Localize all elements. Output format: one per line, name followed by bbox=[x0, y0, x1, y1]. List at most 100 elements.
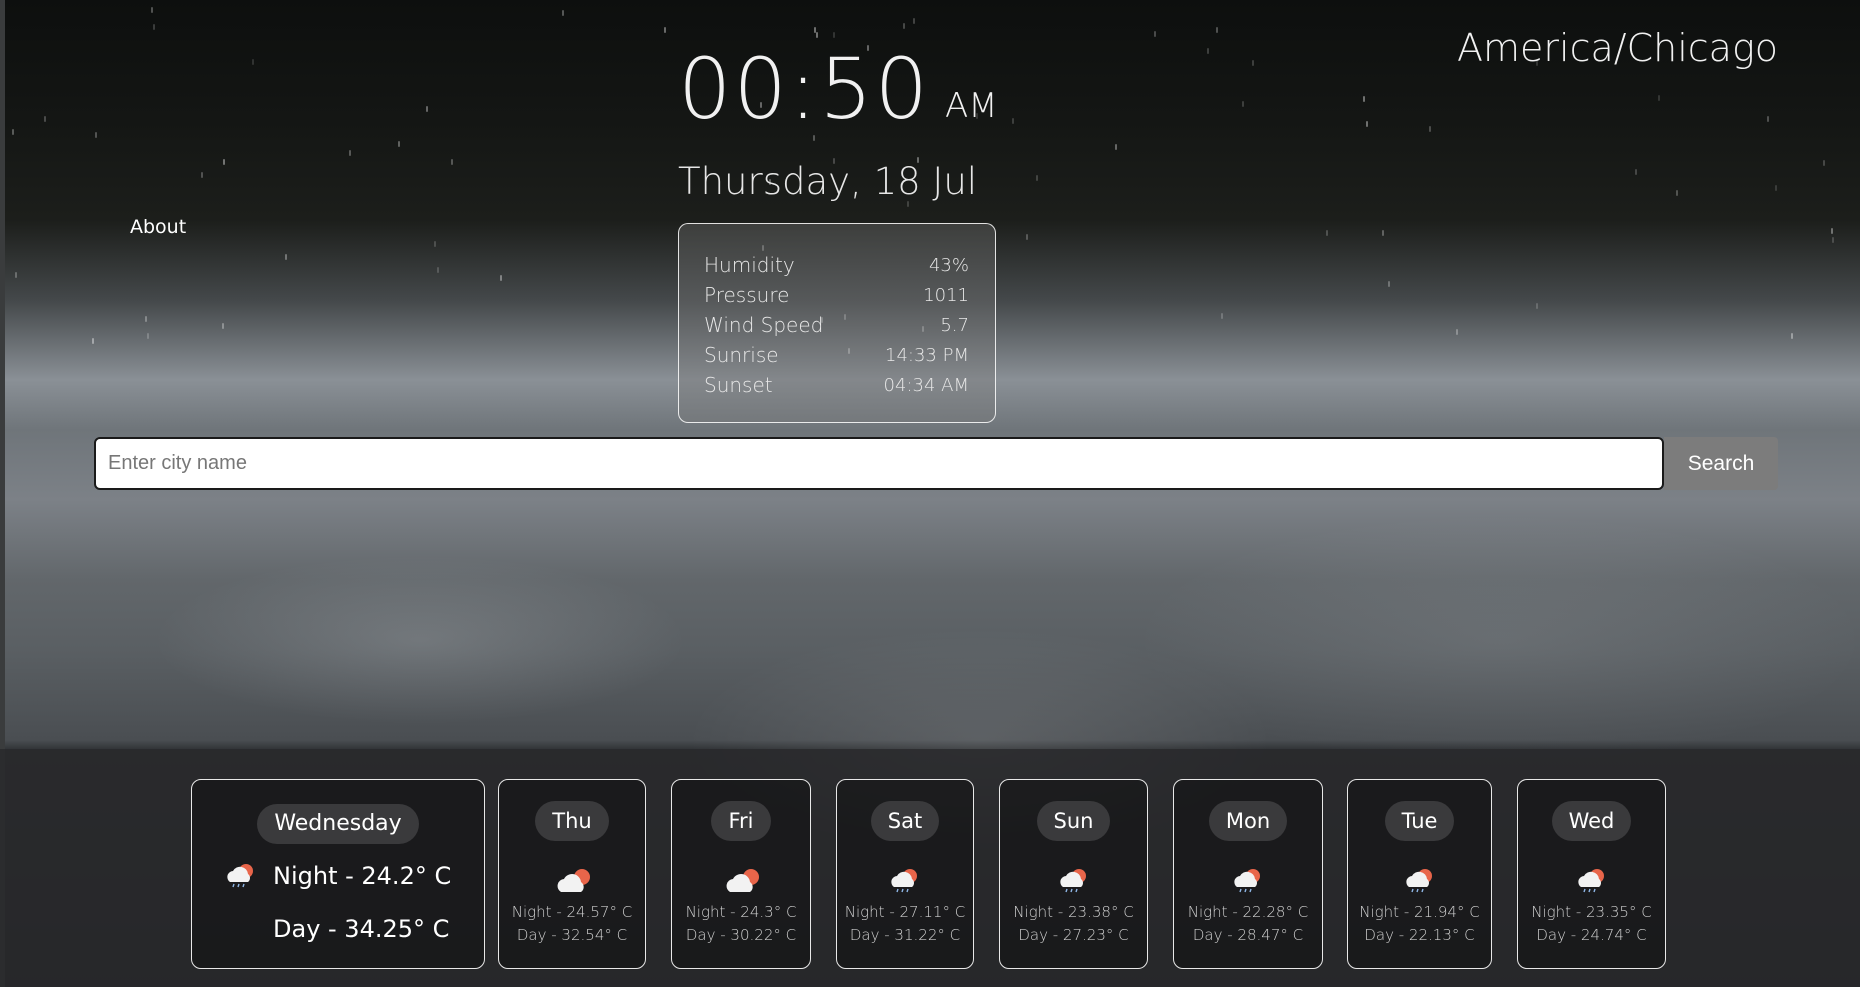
raindrop-speck bbox=[1154, 31, 1156, 37]
raindrop-speck bbox=[223, 159, 225, 165]
raindrop-speck bbox=[833, 32, 835, 38]
forecast-temps: Night - 24.3° C Day - 30.22° C bbox=[672, 901, 810, 947]
raindrop-speck bbox=[1429, 126, 1431, 132]
raindrop-speck bbox=[913, 18, 915, 24]
weather-details-panel: Humidity 43% Pressure 1011 Wind Speed 5.… bbox=[678, 223, 996, 423]
raindrop-speck bbox=[1775, 185, 1777, 191]
raindrop-speck bbox=[500, 275, 502, 281]
raindrop-speck bbox=[1635, 169, 1637, 175]
raindrop-speck bbox=[222, 323, 224, 329]
detail-value: 14:33 PM bbox=[885, 344, 969, 366]
raindrop-speck bbox=[1823, 160, 1825, 166]
forecast-card: Mon Night - 22.28° C Day - 28.47° C bbox=[1173, 779, 1323, 969]
forecast-day-label: Fri bbox=[711, 801, 771, 841]
forecast-temps: Night - 21.94° C Day - 22.13° C bbox=[1348, 901, 1491, 947]
forecast-night-temp: Night - 22.28° C bbox=[1187, 903, 1309, 921]
cloud-sun-icon bbox=[724, 867, 759, 893]
forecast-card: Wed Night - 23.35° C Day - 24.74° C bbox=[1517, 779, 1666, 969]
forecast-temps: Night - 24.57° C Day - 32.54° C bbox=[499, 901, 645, 947]
raindrop-speck bbox=[12, 129, 14, 135]
raindrop-speck bbox=[1791, 333, 1793, 339]
cloud-sun-rain-icon bbox=[1057, 867, 1091, 893]
raindrop-speck bbox=[1326, 230, 1328, 236]
forecast-day-label: Wed bbox=[1551, 801, 1632, 841]
raindrop-speck bbox=[252, 59, 254, 65]
forecast-card: Sun Night - 23.38° C Day - 27.23° C bbox=[999, 779, 1148, 969]
forecast-card: Fri Night - 24.3° C Day - 30.22° C bbox=[671, 779, 811, 969]
detail-label: Sunrise bbox=[704, 343, 779, 367]
forecast-night-temp: Night - 23.38° C bbox=[1013, 903, 1134, 921]
forecast-card: Thu Night - 24.57° C Day - 32.54° C bbox=[498, 779, 646, 969]
detail-label: Humidity bbox=[704, 253, 795, 277]
detail-value: 1011 bbox=[923, 284, 969, 306]
raindrop-speck bbox=[151, 7, 153, 13]
raindrop-speck bbox=[349, 150, 351, 156]
detail-wind-speed: Wind Speed 5.7 bbox=[704, 310, 969, 340]
detail-sunset: Sunset 04:34 AM bbox=[704, 370, 969, 400]
detail-label: Pressure bbox=[704, 283, 790, 307]
raindrop-speck bbox=[664, 27, 666, 33]
raindrop-speck bbox=[1216, 27, 1218, 33]
raindrop-speck bbox=[1207, 48, 1209, 54]
raindrop-speck bbox=[1012, 118, 1014, 124]
forecast-night-temp: Night - 23.35° C bbox=[1531, 903, 1652, 921]
raindrop-speck bbox=[1221, 313, 1223, 319]
timezone-label: America/Chicago bbox=[1457, 26, 1778, 70]
raindrop-speck bbox=[1658, 95, 1660, 101]
raindrop-speck bbox=[15, 272, 17, 278]
raindrop-speck bbox=[44, 116, 46, 122]
forecast-day-temp: Day - 24.74° C bbox=[1536, 926, 1647, 944]
raindrop-speck bbox=[147, 333, 149, 339]
raindrop-speck bbox=[95, 132, 97, 138]
detail-value: 04:34 AM bbox=[883, 374, 969, 396]
raindrop-speck bbox=[1382, 230, 1384, 236]
forecast-temps: Night - 22.28° C Day - 28.47° C bbox=[1174, 901, 1322, 947]
cloud-sun-rain-icon bbox=[224, 862, 258, 888]
raindrop-speck bbox=[1456, 329, 1458, 335]
forecast-day-temp: Day - 31.22° C bbox=[849, 926, 961, 944]
raindrop-speck bbox=[145, 316, 147, 322]
cloud-sun-rain-icon bbox=[1403, 867, 1437, 893]
raindrop-speck bbox=[814, 27, 816, 33]
forecast-temps: Night - 23.35° C Day - 24.74° C bbox=[1518, 901, 1665, 947]
cloud-sun-rain-icon bbox=[1231, 867, 1265, 893]
raindrop-speck bbox=[816, 32, 818, 38]
raindrop-speck bbox=[903, 23, 905, 29]
clock-time: 00:50 bbox=[678, 40, 931, 138]
raindrop-speck bbox=[1832, 237, 1834, 243]
raindrop-speck bbox=[1767, 116, 1769, 122]
forecast-day-temp: Day - 32.54° C bbox=[516, 926, 628, 944]
current-date: Thursday, 18 Jul bbox=[678, 160, 978, 203]
search-bar: Search bbox=[94, 437, 1778, 490]
forecast-day-label: Sat bbox=[870, 801, 940, 841]
clock-am-pm: AM bbox=[945, 86, 998, 126]
raindrop-speck bbox=[1363, 96, 1365, 102]
raindrop-speck bbox=[1388, 281, 1390, 287]
about-link[interactable]: About bbox=[130, 216, 186, 238]
forecast-temps: Night - 27.11° C Day - 31.22° C bbox=[837, 901, 973, 947]
forecast-card-today: Wednesday Night - 24.2° C Day - 34.25° C bbox=[191, 779, 485, 969]
detail-value: 5.7 bbox=[940, 314, 969, 336]
raindrop-speck bbox=[1115, 144, 1117, 150]
city-search-input[interactable] bbox=[94, 437, 1664, 490]
detail-humidity: Humidity 43% bbox=[704, 250, 969, 280]
forecast-day-label: Thu bbox=[535, 801, 609, 841]
raindrop-speck bbox=[1242, 101, 1244, 107]
raindrop-speck bbox=[1036, 175, 1038, 181]
search-button[interactable]: Search bbox=[1664, 437, 1778, 490]
raindrop-speck bbox=[562, 10, 564, 16]
forecast-day-label: Tue bbox=[1384, 801, 1455, 841]
forecast-day-label: Wednesday bbox=[257, 804, 419, 844]
detail-label: Sunset bbox=[704, 373, 773, 397]
detail-label: Wind Speed bbox=[704, 313, 824, 337]
raindrop-speck bbox=[437, 267, 439, 273]
forecast-night-temp: Night - 27.11° C bbox=[844, 903, 966, 921]
raindrop-speck bbox=[153, 24, 155, 30]
raindrop-speck bbox=[92, 338, 94, 344]
raindrop-speck bbox=[1831, 228, 1833, 234]
forecast-night-temp: Night - 24.57° C bbox=[511, 903, 633, 921]
raindrop-speck bbox=[1026, 234, 1028, 240]
raindrop-speck bbox=[1536, 303, 1538, 309]
forecast-day-temp: Day - 27.23° C bbox=[1018, 926, 1129, 944]
raindrop-speck bbox=[1676, 190, 1678, 196]
